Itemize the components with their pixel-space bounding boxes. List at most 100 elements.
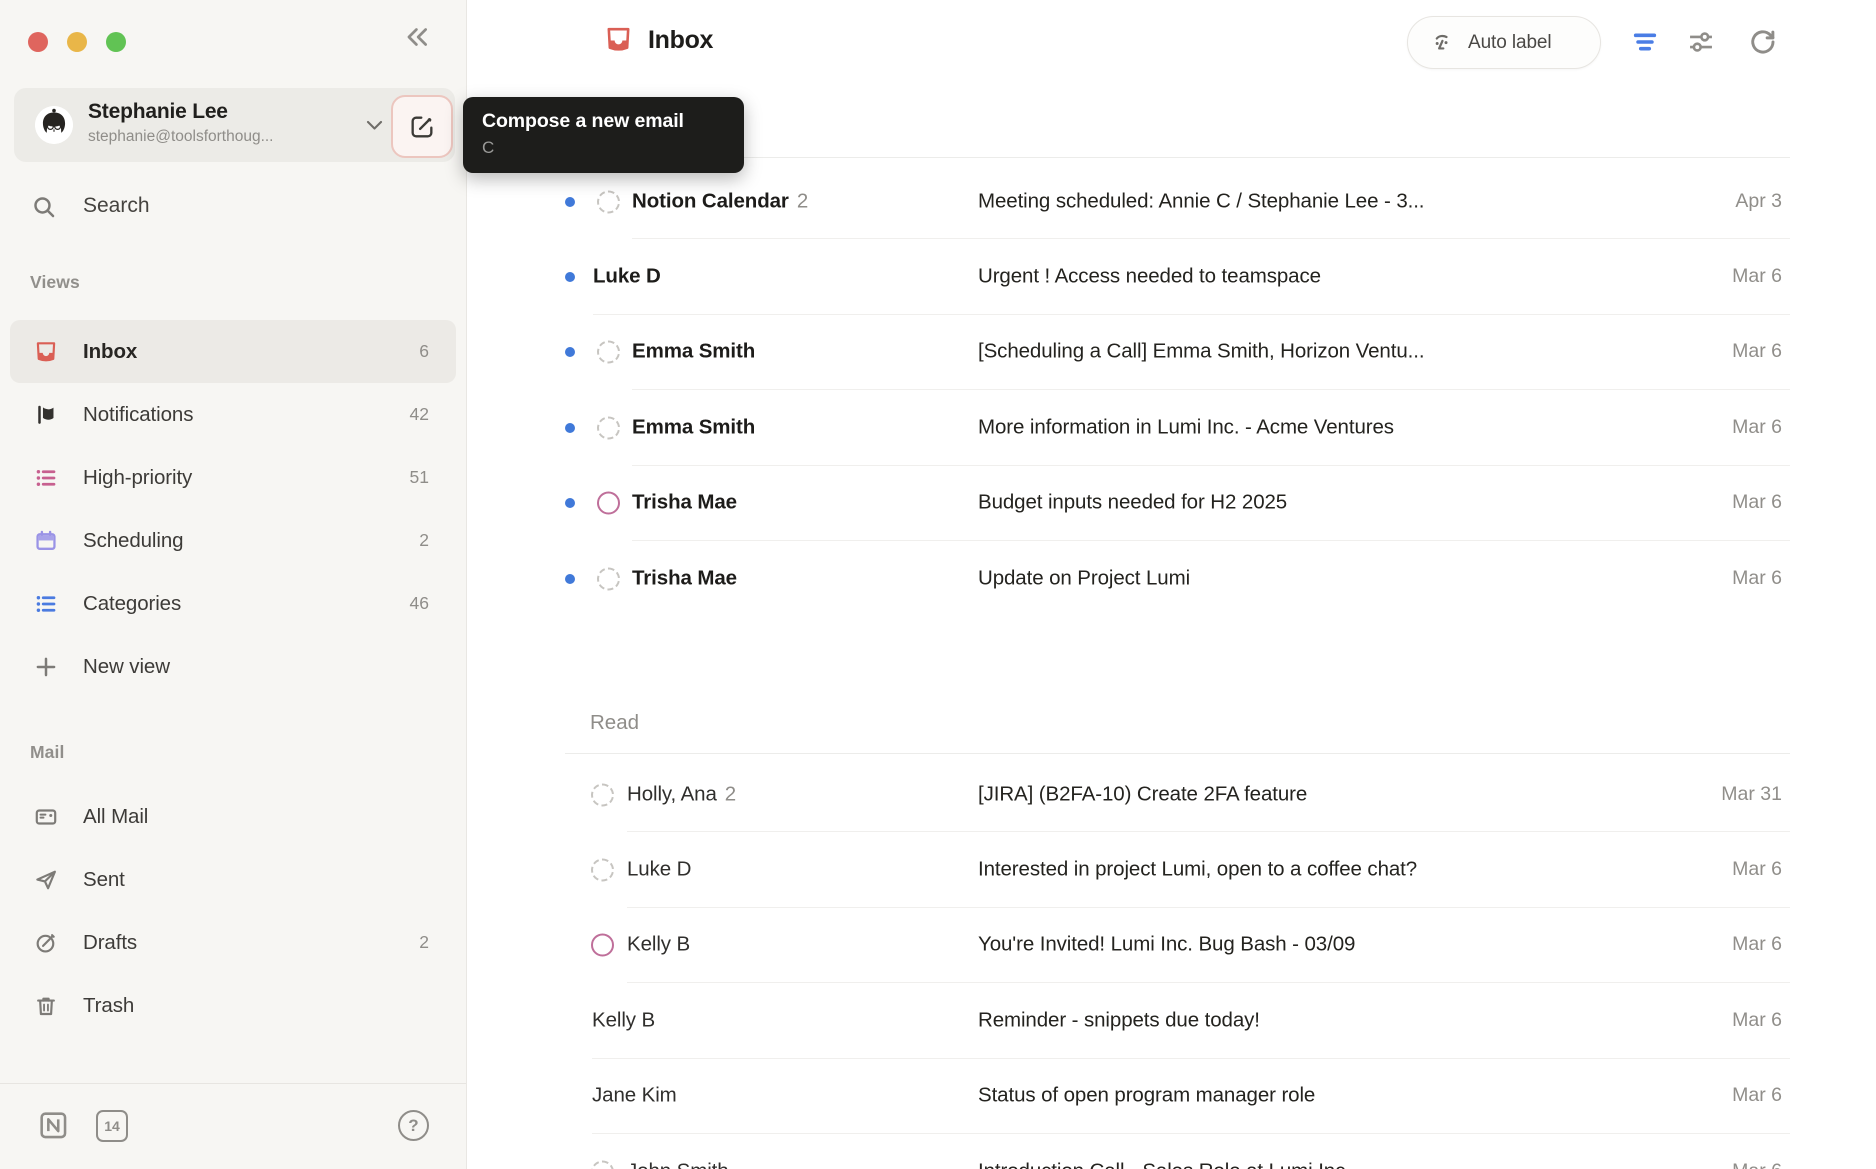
sidebar-item-new-view[interactable]: New view	[10, 635, 456, 698]
minimize-window-button[interactable]	[67, 32, 87, 52]
email-row[interactable]: Notion Calendar2 Meeting scheduled: Anni…	[500, 164, 1790, 239]
sidebar-item-count: 6	[419, 341, 429, 362]
sender-name: Trisha Mae	[632, 491, 737, 514]
account-switcher[interactable]: Stephanie Lee stephanie@toolsforthoug...	[14, 88, 455, 162]
email-row[interactable]: Trisha Mae Update on Project Lumi Mar 6	[500, 541, 1790, 616]
email-subject: Interested in project Lumi, open to a co…	[978, 858, 1417, 882]
email-subject: More information in Lumi Inc. - Acme Ven…	[978, 415, 1394, 439]
tooltip-title: Compose a new email	[482, 110, 725, 133]
unread-dot	[565, 347, 575, 357]
avatar	[35, 106, 73, 144]
avatar-ring[interactable]	[597, 492, 620, 515]
help-icon[interactable]: ?	[398, 1110, 429, 1141]
sidebar-item-high-priority[interactable]: High-priority 51	[10, 446, 456, 509]
sidebar-item-label: High-priority	[83, 466, 192, 490]
sender-name: Luke D	[627, 858, 691, 881]
email-date: Mar 6	[1732, 416, 1782, 439]
email-date: Mar 6	[1732, 1160, 1782, 1169]
search-icon	[31, 194, 58, 221]
profile-name: Stephanie Lee	[88, 100, 228, 124]
email-subject: [JIRA] (B2FA-10) Create 2FA feature	[978, 782, 1307, 806]
avatar-placeholder-circle[interactable]	[597, 567, 620, 590]
close-window-button[interactable]	[28, 32, 48, 52]
email-row[interactable]: Kelly B Reminder - snippets due today! M…	[500, 983, 1790, 1058]
mail-list-pane: Inbox Auto label Notion Calendar2 Mee	[467, 0, 1876, 1169]
email-subject: You're Invited! Lumi Inc. Bug Bash - 03/…	[978, 933, 1355, 957]
email-row[interactable]: Luke D Urgent ! Access needed to teamspa…	[500, 239, 1790, 314]
compose-button[interactable]	[391, 95, 453, 158]
envelope-icon	[33, 804, 59, 830]
collapse-sidebar-icon[interactable]	[396, 16, 438, 58]
sidebar: Stephanie Lee stephanie@toolsforthoug...…	[0, 0, 467, 1169]
email-subject: Urgent ! Access needed to teamspace	[978, 265, 1321, 289]
email-row[interactable]: Holly, Ana2 [JIRA] (B2FA-10) Create 2FA …	[500, 757, 1790, 832]
email-subject: Budget inputs needed for H2 2025	[978, 491, 1287, 515]
sender-name: Emma Smith	[632, 415, 755, 438]
notion-logo-icon[interactable]	[36, 1108, 70, 1142]
chevron-down-icon[interactable]	[366, 120, 383, 131]
email-date: Mar 6	[1732, 1084, 1782, 1107]
plus-icon	[33, 654, 59, 680]
sidebar-item-count: 2	[419, 530, 429, 551]
avatar-placeholder-circle[interactable]	[591, 783, 614, 806]
sidebar-item-count: 42	[410, 404, 429, 425]
avatar-placeholder-circle[interactable]	[597, 190, 620, 213]
sidebar-item-scheduling[interactable]: Scheduling 2	[10, 509, 456, 572]
sender-name: Kelly B	[627, 933, 690, 956]
sidebar-item-all-mail[interactable]: All Mail	[10, 785, 456, 848]
thread-count: 2	[797, 189, 808, 212]
categories-list-icon	[33, 591, 59, 617]
profile-email: stephanie@toolsforthoug...	[88, 128, 274, 146]
sidebar-item-categories[interactable]: Categories 46	[10, 572, 456, 635]
window-controls	[28, 32, 126, 52]
avatar-placeholder-circle[interactable]	[591, 1160, 614, 1169]
email-subject: Meeting scheduled: Annie C / Stephanie L…	[978, 189, 1424, 213]
sidebar-item-label: Sent	[83, 868, 125, 892]
email-row[interactable]: Trisha Mae Budget inputs needed for H2 2…	[500, 466, 1790, 541]
unread-group: Notion Calendar2 Meeting scheduled: Anni…	[500, 164, 1790, 616]
search-label: Search	[83, 194, 150, 218]
email-row[interactable]: Jane Kim Status of open program manager …	[500, 1059, 1790, 1134]
sender-name: Holly, Ana	[627, 782, 717, 805]
unread-dot	[565, 423, 575, 433]
sidebar-item-count: 2	[419, 932, 429, 953]
email-list: Notion Calendar2 Meeting scheduled: Anni…	[500, 0, 1790, 1169]
zoom-window-button[interactable]	[106, 32, 126, 52]
email-row[interactable]: Kelly B You're Invited! Lumi Inc. Bug Ba…	[500, 908, 1790, 983]
avatar-ring[interactable]	[591, 934, 614, 957]
views-section-label: Views	[30, 272, 80, 293]
email-row[interactable]: Emma Smith More information in Lumi Inc.…	[500, 390, 1790, 465]
sender-name: Kelly B	[592, 1008, 655, 1031]
sidebar-item-inbox[interactable]: Inbox 6	[10, 320, 456, 383]
sidebar-item-count: 51	[410, 467, 429, 488]
sidebar-item-search[interactable]: Search	[0, 181, 467, 235]
read-section-label: Read	[590, 711, 639, 735]
unread-dot	[565, 574, 575, 584]
send-icon	[33, 867, 59, 893]
unread-dot	[565, 498, 575, 508]
sidebar-item-count: 46	[410, 593, 429, 614]
sidebar-item-label: All Mail	[83, 805, 148, 829]
email-date: Apr 3	[1735, 190, 1782, 213]
email-date: Mar 6	[1732, 567, 1782, 590]
email-row[interactable]: Luke D Interested in project Lumi, open …	[500, 832, 1790, 907]
sidebar-footer-divider	[0, 1083, 466, 1084]
sender-name: Luke D	[593, 265, 661, 288]
email-row[interactable]: John Smith Introduction Call - Sales Rol…	[500, 1134, 1790, 1169]
sidebar-item-trash[interactable]: Trash	[10, 974, 456, 1037]
email-date: Mar 6	[1732, 341, 1782, 364]
sidebar-item-label: Notifications	[83, 403, 193, 427]
email-subject: Update on Project Lumi	[978, 566, 1190, 590]
avatar-placeholder-circle[interactable]	[597, 416, 620, 439]
sidebar-item-sent[interactable]: Sent	[10, 848, 456, 911]
compose-tooltip: Compose a new email C	[463, 97, 744, 173]
notion-calendar-icon[interactable]: 14	[96, 1110, 128, 1142]
mail-section-label: Mail	[30, 742, 64, 763]
unread-dot	[565, 197, 575, 207]
avatar-placeholder-circle[interactable]	[597, 341, 620, 364]
sidebar-item-notifications[interactable]: Notifications 42	[10, 383, 456, 446]
sidebar-item-drafts[interactable]: Drafts 2	[10, 911, 456, 974]
email-row[interactable]: Emma Smith [Scheduling a Call] Emma Smit…	[500, 315, 1790, 390]
avatar-placeholder-circle[interactable]	[591, 859, 614, 882]
draft-pencil-icon	[33, 930, 59, 956]
